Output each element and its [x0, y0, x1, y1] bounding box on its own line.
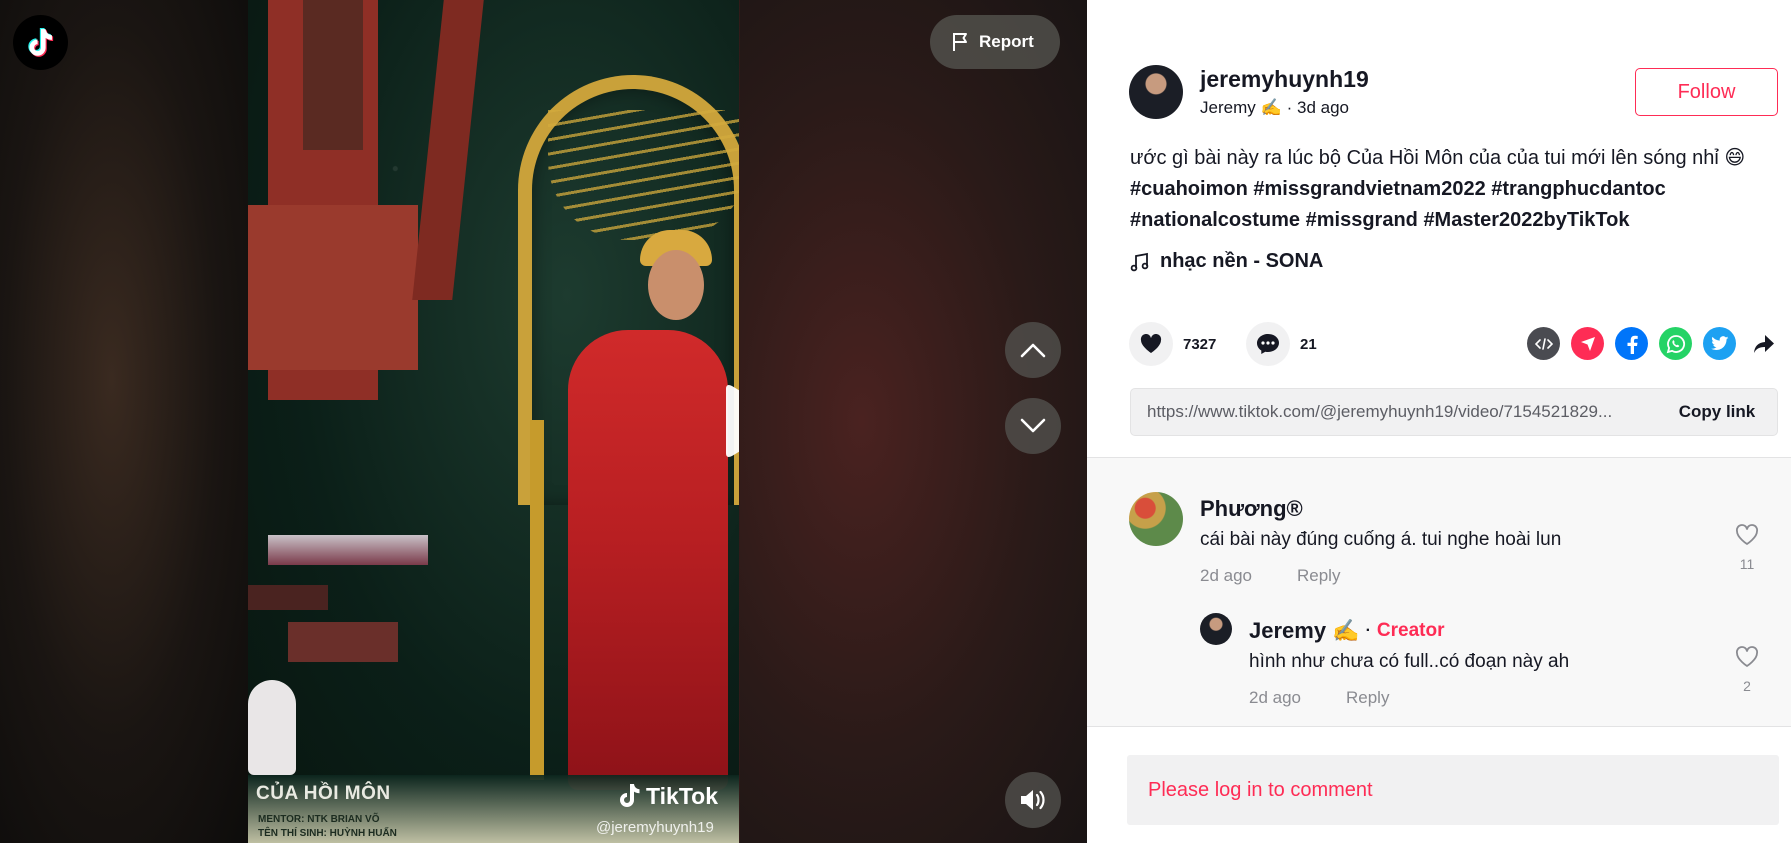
- commenter-name[interactable]: Jeremy ✍️ · Creator: [1249, 618, 1444, 644]
- comment-bubble-icon: [1257, 334, 1279, 354]
- hashtag[interactable]: #Master2022byTikTok: [1423, 209, 1629, 231]
- like-action[interactable]: 7327: [1129, 322, 1216, 366]
- reply-button[interactable]: Reply: [1297, 566, 1340, 586]
- comment-meta: 2d ago Reply: [1200, 566, 1340, 586]
- share-row: [1527, 327, 1780, 360]
- stage-decor: [248, 585, 328, 610]
- reply-author-name: Jeremy ✍️: [1249, 618, 1360, 643]
- comment-button[interactable]: [1246, 322, 1290, 366]
- tiktok-watermark: TikTok: [616, 782, 718, 810]
- video-player[interactable]: CỦA HỒI MÔN MENTOR: NTK BRIAN VÕ TÊN THÍ…: [248, 0, 739, 843]
- facebook-icon[interactable]: [1615, 327, 1648, 360]
- music-link[interactable]: nhạc nền - SONA: [1130, 250, 1323, 273]
- music-title: nhạc nền - SONA: [1160, 250, 1324, 272]
- reply-button[interactable]: Reply: [1346, 688, 1389, 708]
- comment-count: 21: [1300, 335, 1317, 353]
- comment-meta: 2d ago Reply: [1249, 688, 1389, 708]
- performer-dress: [568, 330, 728, 790]
- mascot: [248, 680, 296, 775]
- author-username[interactable]: jeremyhuynh19: [1200, 66, 1369, 93]
- next-video-button[interactable]: [1005, 398, 1061, 454]
- performer-face: [648, 250, 704, 320]
- comment-like-count: 2: [1743, 678, 1751, 694]
- commenter-avatar[interactable]: [1200, 613, 1232, 645]
- report-label: Report: [979, 32, 1034, 51]
- comment-time: 2d ago: [1200, 566, 1252, 585]
- watermark-handle: @jeremyhuynh19: [596, 819, 714, 836]
- stage-decor: [288, 622, 398, 662]
- embed-icon[interactable]: [1527, 327, 1560, 360]
- tiktok-note-icon: [620, 784, 640, 807]
- video-caption-contestant: TÊN THÍ SINH: HUỲNH HUẤN: [258, 828, 397, 839]
- flag-icon: [953, 33, 967, 51]
- comment-like[interactable]: 2: [1727, 646, 1767, 694]
- stage-decor: [268, 535, 428, 565]
- hashtag[interactable]: #cuahoimon: [1130, 178, 1248, 200]
- commenter-avatar[interactable]: [1129, 492, 1183, 546]
- share-arrow-icon[interactable]: [1747, 327, 1780, 360]
- tiktok-logo[interactable]: [13, 15, 68, 70]
- hashtag[interactable]: #missgrand: [1306, 209, 1418, 231]
- video-blur-left: [0, 0, 248, 843]
- chevron-down-icon: [1020, 418, 1046, 433]
- comment-text: hình như chưa có full..có đoạn này ah: [1249, 651, 1570, 672]
- watermark-brand: TikTok: [646, 782, 718, 809]
- info-panel: jeremyhuynh19 Jeremy ✍️ · 3d ago Follow …: [1087, 0, 1791, 843]
- video-caption-mentor: MENTOR: NTK BRIAN VÕ: [258, 814, 380, 825]
- costume-chains: [548, 110, 739, 240]
- post-emoji: 😄: [1724, 147, 1746, 169]
- stage-decor: [303, 0, 363, 150]
- comment-time: 2d ago: [1249, 688, 1301, 707]
- creator-badge: Creator: [1376, 620, 1445, 641]
- like-count: 7327: [1183, 335, 1217, 353]
- video-area: CỦA HỒI MÔN MENTOR: NTK BRIAN VÕ TÊN THÍ…: [0, 0, 1087, 843]
- comment-text: cái bài này đúng cuống á. tui nghe hoài …: [1200, 529, 1562, 550]
- separator-dot: ·: [1365, 622, 1371, 639]
- speaker-icon: [1021, 790, 1045, 810]
- author-meta: Jeremy ✍️ · 3d ago: [1200, 98, 1349, 118]
- login-to-comment-button[interactable]: Please log in to comment: [1127, 755, 1779, 825]
- comment-like[interactable]: 11: [1727, 524, 1767, 572]
- heart-outline-icon: [1736, 646, 1758, 667]
- report-button[interactable]: Report: [930, 15, 1060, 69]
- share-link-box: https://www.tiktok.com/@jeremyhuynh19/vi…: [1130, 388, 1778, 436]
- follow-button[interactable]: Follow: [1635, 68, 1778, 116]
- hashtag[interactable]: #missgrandvietnam2022: [1253, 178, 1485, 200]
- hashtag[interactable]: #nationalcostume: [1130, 209, 1300, 231]
- comment-action[interactable]: 21: [1246, 322, 1317, 366]
- volume-button[interactable]: [1005, 772, 1061, 828]
- post-time: · 3d ago: [1286, 98, 1350, 117]
- post-description: ước gì bài này ra lúc bộ Của Hồi Môn của…: [1130, 143, 1780, 236]
- comments-section: Phương® cái bài này đúng cuống á. tui ng…: [1087, 457, 1791, 727]
- author-nickname: Jeremy ✍️: [1200, 98, 1282, 117]
- twitter-icon[interactable]: [1703, 327, 1736, 360]
- like-button[interactable]: [1129, 322, 1173, 366]
- author-avatar[interactable]: [1129, 65, 1183, 119]
- heart-icon: [1140, 334, 1162, 353]
- costume-pole: [530, 420, 544, 780]
- tiktok-logo-icon: [27, 27, 53, 57]
- previous-video-button[interactable]: [1005, 322, 1061, 378]
- chevron-up-icon: [1020, 343, 1046, 358]
- share-link-text[interactable]: https://www.tiktok.com/@jeremyhuynh19/vi…: [1131, 402, 1657, 422]
- hashtag[interactable]: #trangphucdantoc: [1491, 178, 1665, 200]
- commenter-name[interactable]: Phương®: [1200, 496, 1303, 522]
- heart-outline-icon: [1736, 524, 1758, 545]
- play-icon[interactable]: [718, 383, 739, 459]
- video-caption-title: CỦA HỒI MÔN: [256, 783, 391, 804]
- send-icon[interactable]: [1571, 327, 1604, 360]
- music-note-icon: [1130, 252, 1149, 271]
- stage-decor: [248, 205, 418, 370]
- whatsapp-icon[interactable]: [1659, 327, 1692, 360]
- post-text: ước gì bài này ra lúc bộ Của Hồi Môn của…: [1130, 147, 1719, 169]
- copy-link-button[interactable]: Copy link: [1657, 389, 1777, 435]
- comment-like-count: 11: [1739, 556, 1755, 572]
